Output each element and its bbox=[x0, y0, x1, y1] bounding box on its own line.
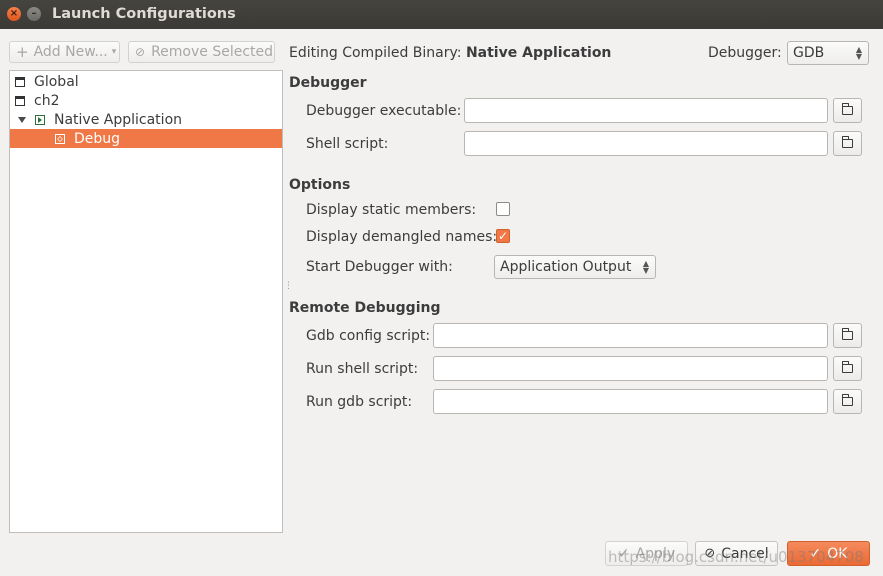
browse-run-gdb-button[interactable] bbox=[833, 389, 862, 414]
folder-open-icon bbox=[841, 361, 853, 373]
shell-script-field[interactable] bbox=[464, 131, 828, 156]
run-gdb-field[interactable] bbox=[433, 389, 828, 414]
configuration-tree[interactable]: Global ch2 Native Application Debug bbox=[9, 70, 283, 533]
start-debugger-label: Start Debugger with: bbox=[306, 259, 453, 275]
static-members-checkbox[interactable] bbox=[496, 202, 510, 216]
chevron-down-icon: ▾ bbox=[111, 47, 117, 57]
options-section-title: Options bbox=[289, 177, 351, 193]
window-title: Launch Configurations bbox=[52, 6, 236, 22]
folder-icon bbox=[15, 76, 25, 87]
minimize-window-button[interactable]: – bbox=[27, 7, 41, 21]
title-bar: × – Launch Configurations bbox=[0, 0, 883, 29]
static-members-label: Display static members: bbox=[306, 202, 477, 218]
spin-arrows-icon: ▲ ▼ bbox=[642, 259, 649, 275]
gdb-config-label: Gdb config script: bbox=[306, 328, 431, 344]
debug-config-icon bbox=[55, 133, 65, 144]
tree-item-label: ch2 bbox=[34, 92, 60, 109]
expander-icon[interactable] bbox=[18, 116, 26, 123]
start-debugger-select[interactable]: Application Output ▲ ▼ bbox=[494, 255, 656, 279]
folder-open-icon bbox=[841, 394, 853, 406]
run-config-icon bbox=[35, 114, 45, 125]
browse-shell-script-button[interactable] bbox=[833, 131, 862, 156]
debugger-executable-field[interactable] bbox=[464, 98, 828, 123]
plus-icon: + bbox=[16, 43, 29, 61]
debugger-executable-label: Debugger executable: bbox=[306, 103, 462, 119]
debugger-select-value: GDB bbox=[793, 45, 825, 61]
demangled-names-label: Display demangled names: bbox=[306, 229, 498, 245]
folder-open-icon bbox=[841, 328, 853, 340]
editing-target: Native Application bbox=[465, 45, 612, 61]
remove-selected-button[interactable]: ⊘ Remove Selected bbox=[128, 41, 275, 63]
tree-item-label: Debug bbox=[74, 130, 121, 147]
tree-item-native-application[interactable]: Native Application bbox=[10, 110, 290, 129]
browse-gdb-config-button[interactable] bbox=[833, 323, 862, 348]
tree-item-label: Native Application bbox=[54, 111, 183, 128]
tree-item-debug[interactable]: Debug bbox=[10, 129, 282, 148]
remove-selected-label: Remove Selected bbox=[151, 44, 274, 60]
tree-item-global[interactable]: Global bbox=[10, 72, 287, 91]
add-new-button[interactable]: + Add New... ▾ bbox=[9, 41, 120, 63]
close-icon: × bbox=[9, 8, 19, 19]
debugger-select[interactable]: GDB ▲ ▼ bbox=[787, 41, 869, 65]
debugger-section-title: Debugger bbox=[289, 75, 367, 91]
editing-prefix: Editing Compiled Binary: bbox=[289, 45, 462, 61]
run-shell-field[interactable] bbox=[433, 356, 828, 381]
browse-run-shell-button[interactable] bbox=[833, 356, 862, 381]
run-shell-label: Run shell script: bbox=[306, 361, 419, 377]
folder-open-icon bbox=[841, 136, 853, 148]
minimize-icon: – bbox=[31, 8, 37, 19]
debugger-label: Debugger: bbox=[708, 45, 782, 61]
splitter-handle[interactable]: ⋮ bbox=[284, 282, 293, 291]
tree-item-label: Global bbox=[34, 73, 79, 90]
folder-open-icon bbox=[841, 103, 853, 115]
start-debugger-value: Application Output bbox=[500, 259, 632, 275]
watermark: https://blog.csdn.net/u013704708 bbox=[608, 548, 864, 566]
no-entry-icon: ⊘ bbox=[135, 45, 146, 59]
folder-icon bbox=[15, 95, 25, 106]
remote-section-title: Remote Debugging bbox=[289, 300, 441, 316]
spin-arrows-icon: ▲ ▼ bbox=[855, 45, 862, 61]
editing-header: Editing Compiled Binary: Native Applicat… bbox=[289, 45, 611, 61]
demangled-names-checkbox[interactable]: ✓ bbox=[496, 229, 510, 243]
run-gdb-label: Run gdb script: bbox=[306, 394, 413, 410]
close-window-button[interactable]: × bbox=[7, 7, 21, 21]
checkmark-icon: ✓ bbox=[497, 229, 509, 243]
shell-script-label: Shell script: bbox=[306, 136, 389, 152]
browse-executable-button[interactable] bbox=[833, 98, 862, 123]
tree-item-ch2[interactable]: ch2 bbox=[10, 91, 287, 110]
add-new-label: Add New... bbox=[33, 44, 108, 60]
gdb-config-field[interactable] bbox=[433, 323, 828, 348]
